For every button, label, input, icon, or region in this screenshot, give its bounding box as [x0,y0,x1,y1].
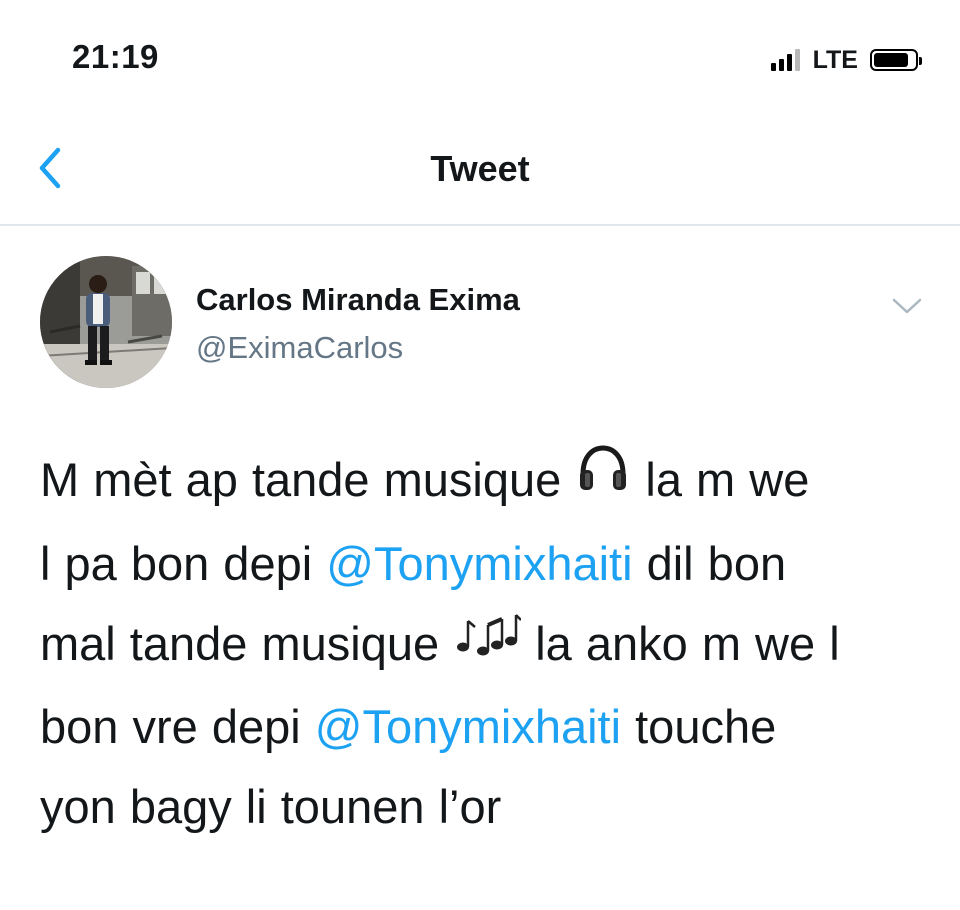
musical-notes-icon [453,603,523,683]
cellular-signal-icon [770,49,803,71]
status-bar: 21:19 LTE [0,0,960,110]
chevron-down-icon [892,298,922,314]
tweet-text-segment: l pa bon depi [40,536,327,590]
tweet-text-segment: bon vre depi [40,700,315,754]
author-name[interactable]: Carlos Miranda Exima [196,282,520,318]
tweet-text-line: bon vre depi @Tonymixhaiti touche [40,687,930,767]
tweet-text-segment: mal tande musique [40,616,454,670]
tweet-text-line: yon bagy li tounen l’or [40,767,930,847]
avatar-image [40,256,172,388]
tweet-text-line: M mèt ap tande musique la m we [40,440,930,524]
mention-link[interactable]: @Tonymixhaiti [326,537,632,590]
tweet-text-segment: la m we [631,453,810,506]
tweet-text: M mèt ap tande musique la m we l pa bon d… [40,440,930,847]
tweet-text-segment: yon bagy li tounen l’or [40,780,502,834]
mention-link[interactable]: @Tonymixhaiti [315,700,621,753]
headphones-icon [575,440,631,520]
author-handle[interactable]: @EximaCarlos [196,330,403,366]
tweet-text-line: l pa bon depi @Tonymixhaiti dil bon [40,524,930,604]
tweet-text-line: mal tande musique la anko m we l [40,604,930,688]
network-type: LTE [812,45,858,74]
tweet-text-segment: dil bon [632,536,787,590]
page-title: Tweet [430,148,530,189]
tweet-menu-button[interactable] [890,294,924,318]
status-time: 21:19 [72,38,159,75]
tweet-text-segment: la anko m we l [521,616,840,670]
avatar[interactable] [40,256,172,388]
tweet-text-segment: touche [621,700,777,754]
battery-icon [870,49,922,71]
nav-header: Tweet [0,110,960,226]
status-indicators: LTE [770,44,922,76]
tweet-text-segment: M mèt ap tande musique [40,453,576,506]
tweet-header: Carlos Miranda Exima @EximaCarlos [40,256,922,390]
